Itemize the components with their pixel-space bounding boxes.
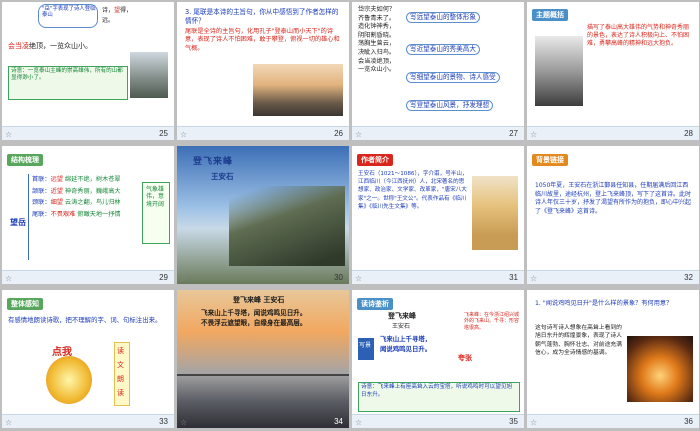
slide-number: 35 bbox=[509, 417, 518, 426]
meaning-text: 诗意：飞来峰上有座高耸入云的宝塔，听说鸡鸣时可以望见旭日东升。 bbox=[361, 384, 513, 398]
slide-32[interactable]: 背景链接 1050年夏，王安石在浙江鄞县任知县，任期届满后回江西临川故里，途经杭… bbox=[527, 146, 699, 284]
star-icon: ☆ bbox=[5, 418, 13, 427]
background-text: 1050年夏，王安石在浙江鄞县任知县，任期届满后回江西临川故里，途经杭州，登上飞… bbox=[535, 182, 692, 215]
brace-line bbox=[28, 174, 29, 260]
slide-26[interactable]: 3. 尾联是本诗的主旨句，你从中感悟到了作者怎样的情怀？ 尾联是全诗的主旨句，化… bbox=[177, 2, 349, 140]
footer-stripe bbox=[527, 414, 699, 428]
answer-text: 尾联是全诗的主旨句，化用孔子"登泰山而小天下"的诗意，表现了诗人不怕困难，敢于攀… bbox=[185, 28, 340, 52]
poem-title: 登飞来峰 bbox=[193, 157, 234, 167]
question-text: 3. 尾联是本诗的主旨句，你从中感悟到了作者怎样的情怀？ bbox=[185, 8, 339, 25]
peak-photo bbox=[229, 186, 345, 266]
star-icon: ☆ bbox=[180, 130, 188, 139]
summary-text: 气象雄伟，意境开阔 bbox=[146, 186, 165, 208]
label-near-view: 写近望泰山的秀美高大 bbox=[406, 44, 480, 55]
gramophone-icon bbox=[46, 356, 92, 404]
label-far-view: 写远望泰山的整体形象 bbox=[406, 12, 480, 23]
sunrise-photo bbox=[253, 64, 343, 116]
read-aloud-text: 读文朗读 bbox=[117, 347, 124, 397]
annot-2: 远。 bbox=[102, 17, 115, 24]
section-tag: 背景链接 bbox=[532, 154, 568, 166]
slide-31[interactable]: 作者简介 王安石（1021～1086），字介甫，号半山，江西临川（今江西抚州）人… bbox=[352, 146, 524, 284]
slide-number: 25 bbox=[159, 129, 168, 138]
slide-number: 28 bbox=[684, 129, 693, 138]
bridge-line bbox=[177, 374, 349, 376]
meaning-text: 诗意：一览泰山主峰的崇高雄伟，所有的山都显得渺小了。 bbox=[11, 68, 123, 81]
author-portrait bbox=[472, 176, 518, 250]
footer-stripe bbox=[352, 126, 524, 140]
answer-text: 这句诗写诗人想象在高耸上看到的旭日东升的辉煌景象，表现了诗人朝气蓬勃、胸怀壮志、… bbox=[535, 325, 622, 357]
mountain-photo bbox=[130, 52, 168, 98]
slide-27[interactable]: 岱宗夫如何？ 齐鲁青未了。 造化钟神秀， 阴阳割昏晓。 荡胸生曾云， 决眦入归鸟。 会当凌绝… bbox=[352, 2, 524, 140]
slide-30[interactable]: 登飞来峰 王安石 ☆ 30 bbox=[177, 146, 349, 284]
slide-33[interactable]: 整体感知 有感情地朗读诗歌，把不理解的字、词、句标注出来。 点我 读文朗读 ☆ … bbox=[2, 290, 174, 428]
slide-number: 30 bbox=[334, 273, 343, 282]
footer-stripe bbox=[527, 126, 699, 140]
slide-34[interactable]: 登飞来峰 王安石 飞来山上千寻塔，闻说鸡鸣见日升。 不畏浮云遮望眼，自缘身在最高层… bbox=[177, 290, 349, 428]
footer-stripe bbox=[2, 414, 174, 428]
slide-number: 29 bbox=[159, 273, 168, 282]
label-detail-view: 写细望泰山的景物、诗人感受 bbox=[406, 72, 500, 83]
section-tag: 主题概括 bbox=[532, 9, 568, 21]
footer-stripe bbox=[2, 126, 174, 140]
poem-title: 登飞来峰 bbox=[388, 312, 416, 320]
poem-column: 岱宗夫如何？ 齐鲁青未了。 造化钟神秀， 阴阳割昏晓。 荡胸生曾云， 决眦入归鸟。 会当凌绝… bbox=[358, 6, 396, 74]
section-tag: 作者简介 bbox=[357, 154, 393, 166]
slide-number: 36 bbox=[684, 417, 693, 426]
star-icon: ☆ bbox=[530, 418, 538, 427]
pagoda-photo bbox=[627, 336, 693, 402]
question-text: 1. "闻说鸡鸣见日升"是什么样的景象？有何用意？ bbox=[535, 300, 673, 307]
poem-lines: 飞来山上千寻塔，闻说鸡鸣见日升。 不畏浮云遮望眼，自缘身在最高层。 bbox=[201, 309, 307, 327]
footer-stripe bbox=[177, 126, 349, 140]
star-icon: ☆ bbox=[355, 418, 363, 427]
poem-line: 会当凌绝顶，一览众山小。 bbox=[8, 42, 92, 50]
footer-stripe bbox=[2, 270, 174, 284]
slide-number: 34 bbox=[334, 417, 343, 426]
star-icon: ☆ bbox=[530, 274, 538, 283]
structure-rows: 首联：远望 绵延不绝，树木苍翠 颔联：近望 神奇秀丽，巍峨高大 颈联：细望 云涛… bbox=[32, 176, 121, 218]
star-icon: ☆ bbox=[180, 418, 188, 427]
mountain-ink-photo bbox=[535, 36, 583, 106]
bubble-text: "岳"字表现了诗人登临泰山 bbox=[42, 6, 96, 19]
exaggeration-label: 夸张 bbox=[458, 354, 472, 362]
star-icon: ☆ bbox=[5, 274, 13, 283]
footer-stripe bbox=[527, 270, 699, 284]
star-icon: ☆ bbox=[355, 274, 363, 283]
star-icon: ☆ bbox=[180, 274, 188, 283]
star-icon: ☆ bbox=[530, 130, 538, 139]
author-bio: 王安石（1021～1086），字介甫，号半山，江西临川（今江西抚州）人，北宋著名… bbox=[358, 171, 468, 210]
slide-29[interactable]: 结构梳理 望岳 首联：远望 绵延不绝，树木苍翠 颔联：近望 神奇秀丽，巍峨高大 … bbox=[2, 146, 174, 284]
poem-author: 王安石 bbox=[211, 172, 234, 181]
footer-stripe bbox=[352, 414, 524, 428]
click-me-button[interactable]: 点我 bbox=[52, 348, 72, 358]
theme-text: 描写了泰山高大雄伟的气势和神奇秀丽的景色，表达了诗人积极向上、不怕困难，勇攀高峰… bbox=[587, 24, 690, 48]
poem-author: 王安石 bbox=[392, 323, 411, 330]
label-climb-view: 写登望泰山风景，抒发理想 bbox=[406, 100, 494, 111]
task-text: 有感情地朗读诗歌，把不理解的字、词、句标注出来。 bbox=[8, 316, 162, 324]
structure-title: 望岳 bbox=[10, 218, 26, 227]
slide-number: 27 bbox=[509, 129, 518, 138]
footer-stripe bbox=[352, 270, 524, 284]
section-tag: 读诗鉴析 bbox=[357, 298, 393, 310]
slide-number: 33 bbox=[159, 417, 168, 426]
scene-label: 写景 bbox=[359, 342, 372, 349]
section-tag: 整体感知 bbox=[7, 298, 43, 310]
section-tag: 结构梳理 bbox=[7, 154, 43, 166]
slide-number: 26 bbox=[334, 129, 343, 138]
star-icon: ☆ bbox=[355, 130, 363, 139]
poem-title: 登飞来峰 王安石 bbox=[233, 296, 285, 304]
slide-25[interactable]: "岳"字表现了诗人登临泰山 诗，望得， 远。 会当凌绝顶，一览众山小。 诗意：一… bbox=[2, 2, 174, 140]
slide-36[interactable]: 1. "闻说鸡鸣见日升"是什么样的景象？有何用意？ 这句诗写诗人想象在高耸上看到… bbox=[527, 290, 699, 428]
poem-lines: 飞来山上千寻塔， 闻说鸡鸣见日升。 bbox=[380, 335, 432, 353]
star-icon: ☆ bbox=[5, 130, 13, 139]
annot-1: 诗，望得， bbox=[102, 7, 133, 14]
gloss-note: 飞来峰：在今浙江绍兴城外的飞来山。千寻：形容塔很高。 bbox=[464, 312, 520, 331]
slide-number: 31 bbox=[509, 273, 518, 282]
slide-35[interactable]: 读诗鉴析 登飞来峰 王安石 飞来山上千寻塔， 闻说鸡鸣见日升。 写景 夸张 飞来峰… bbox=[352, 290, 524, 428]
slide-28[interactable]: 主题概括 描写了泰山高大雄伟的气势和神奇秀丽的景色，表达了诗人积极向上、不怕困难… bbox=[527, 2, 699, 140]
slide-number: 32 bbox=[684, 273, 693, 282]
